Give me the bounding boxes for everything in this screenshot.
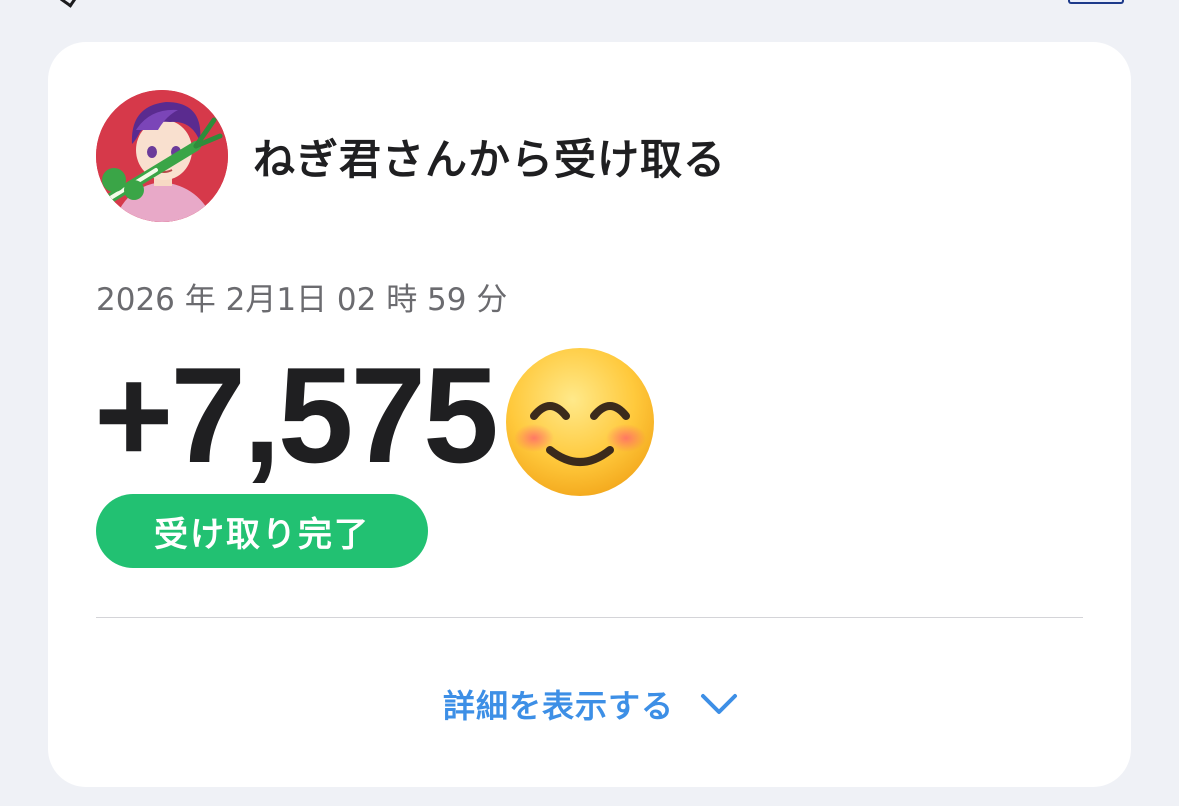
amount-value: +7,575	[94, 339, 499, 491]
top-partial-icon	[60, 0, 77, 8]
status-badge: 受け取り完了	[96, 494, 428, 568]
smiling-face-icon	[505, 348, 654, 496]
avatar-image	[96, 90, 228, 222]
chevron-down-icon	[701, 694, 738, 714]
avatar[interactable]	[96, 90, 228, 222]
transaction-datetime: 2026 年 2月1日 02 時 59 分	[96, 282, 508, 318]
top-partial-button[interactable]	[1068, 0, 1124, 4]
show-details-label: 詳細を表示する	[443, 687, 675, 725]
sender-title: ねぎ君さんから受け取る	[253, 135, 727, 184]
amount-row: +7,575	[94, 330, 656, 500]
divider	[96, 617, 1083, 618]
transaction-card: ねぎ君さんから受け取る 2026 年 2月1日 02 時 59 分 +7,575	[48, 42, 1131, 787]
show-details-button[interactable]: 詳細を表示する	[443, 674, 738, 734]
